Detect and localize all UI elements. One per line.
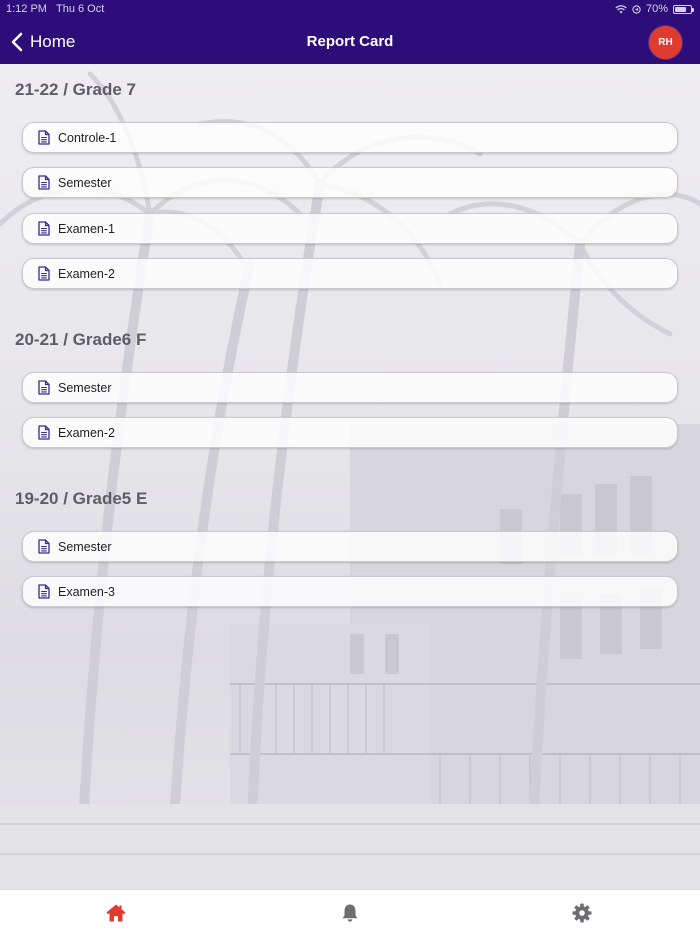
list-item[interactable]: Semester bbox=[22, 372, 678, 403]
status-indicators: 70% bbox=[615, 3, 694, 15]
tab-bar bbox=[0, 889, 700, 934]
list-item[interactable]: Examen-2 bbox=[22, 258, 678, 289]
document-icon bbox=[38, 130, 50, 145]
list-item-label: Examen-2 bbox=[58, 425, 115, 440]
list-item[interactable]: Controle-1 bbox=[22, 122, 678, 153]
list-item-label: Examen-3 bbox=[58, 584, 115, 599]
section-title: 19-20 / Grade5 E bbox=[15, 489, 148, 508]
wifi-icon bbox=[615, 4, 627, 13]
nav-bar: Home Report Card RH bbox=[0, 20, 700, 64]
header: 1:12 PM Thu 6 Oct 70% Home Report Card R… bbox=[0, 0, 700, 64]
battery-icon bbox=[673, 4, 694, 14]
battery-percent: 70% bbox=[645, 3, 668, 15]
tab-notifications[interactable] bbox=[339, 902, 361, 924]
list-item[interactable]: Examen-1 bbox=[22, 213, 678, 244]
status-date: Thu 6 Oct bbox=[56, 3, 105, 15]
list-item-label: Controle-1 bbox=[58, 130, 117, 145]
section-title: 21-22 / Grade 7 bbox=[15, 80, 136, 99]
status-bar: 1:12 PM Thu 6 Oct 70% bbox=[0, 0, 700, 20]
tab-settings[interactable] bbox=[571, 902, 593, 924]
list-item-label: Semester bbox=[58, 380, 112, 395]
tab-home[interactable] bbox=[105, 902, 127, 924]
list-item-label: Semester bbox=[58, 175, 112, 190]
list-item[interactable]: Semester bbox=[22, 531, 678, 562]
list-item-label: Examen-2 bbox=[58, 266, 115, 281]
list-item-label: Semester bbox=[58, 539, 112, 554]
document-icon bbox=[38, 266, 50, 281]
document-icon bbox=[38, 175, 50, 190]
gear-icon bbox=[572, 903, 592, 923]
list-item[interactable]: Examen-2 bbox=[22, 417, 678, 448]
list-item[interactable]: Examen-3 bbox=[22, 576, 678, 607]
page-title: Report Card bbox=[306, 33, 394, 50]
list-item-label: Examen-1 bbox=[58, 221, 115, 236]
list-item[interactable]: Semester bbox=[22, 167, 678, 198]
document-icon bbox=[38, 425, 50, 440]
document-icon bbox=[38, 539, 50, 554]
section-title: 20-21 / Grade6 F bbox=[15, 330, 147, 349]
location-icon bbox=[632, 4, 641, 14]
home-icon bbox=[106, 904, 126, 922]
avatar[interactable]: RH bbox=[649, 26, 682, 59]
bell-icon bbox=[342, 904, 358, 922]
document-icon bbox=[38, 380, 50, 395]
document-icon bbox=[38, 221, 50, 236]
document-icon bbox=[38, 584, 50, 599]
status-time: 1:12 PM bbox=[6, 3, 47, 15]
